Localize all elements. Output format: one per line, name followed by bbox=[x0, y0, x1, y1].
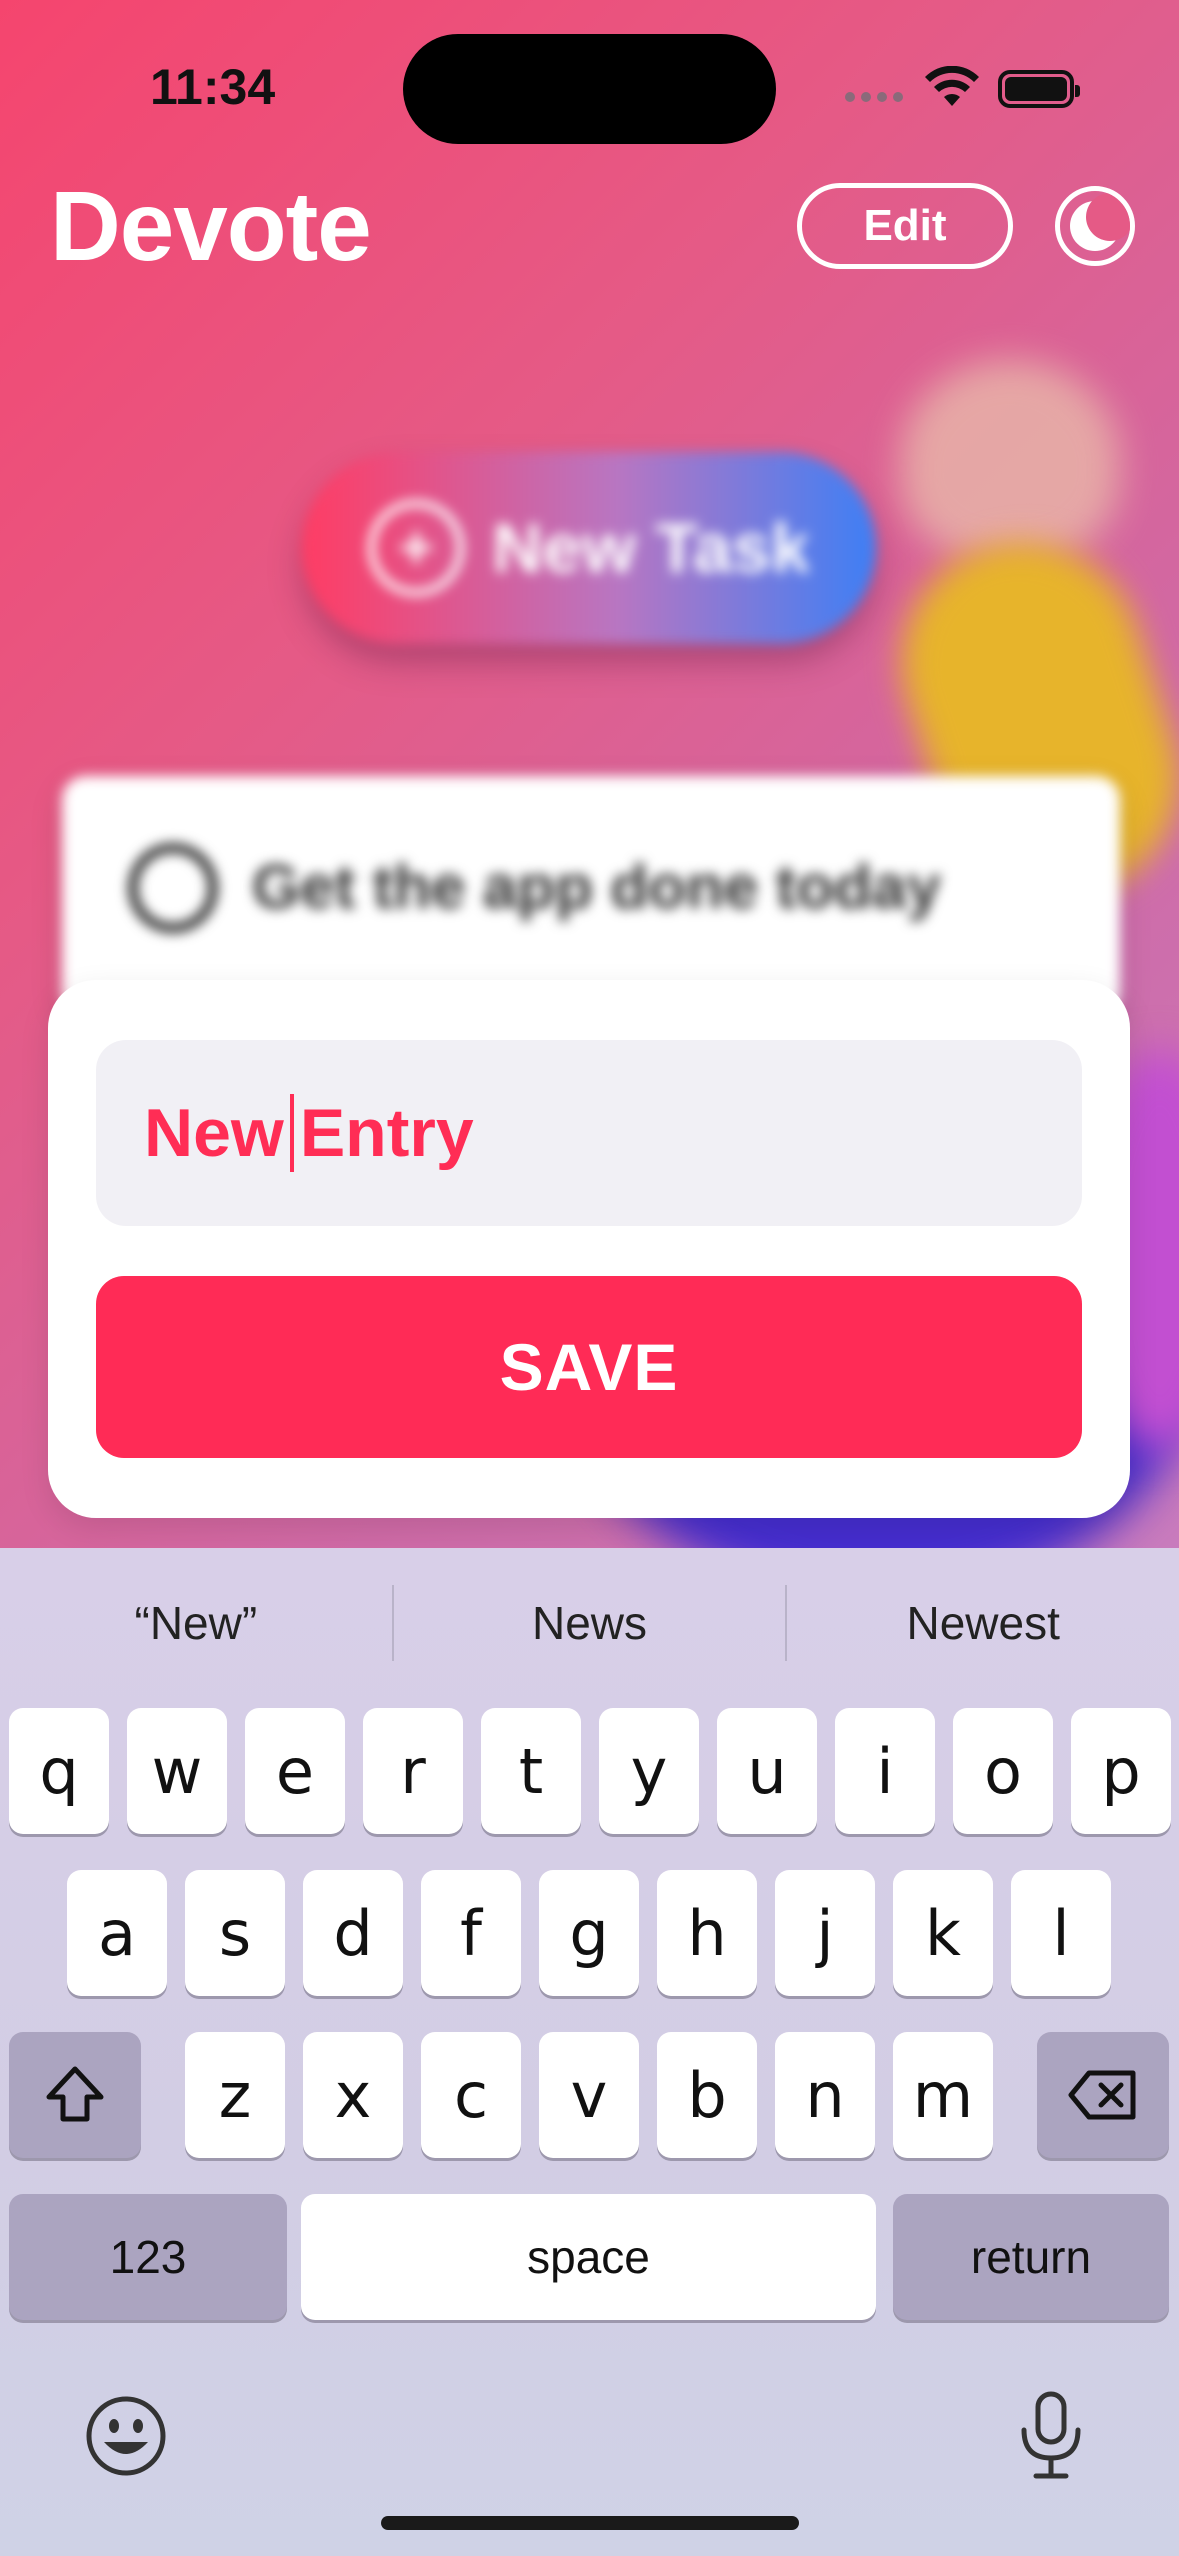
new-task-button[interactable]: + New Task bbox=[302, 452, 876, 644]
new-task-label: New Task bbox=[492, 509, 810, 587]
key-n[interactable]: n bbox=[775, 2032, 875, 2158]
delete-key[interactable] bbox=[1037, 2032, 1169, 2158]
shift-icon bbox=[46, 2066, 104, 2122]
key-k[interactable]: k bbox=[893, 1870, 993, 1996]
key-j[interactable]: j bbox=[775, 1870, 875, 1996]
key-x[interactable]: x bbox=[303, 2032, 403, 2158]
key-h[interactable]: h bbox=[657, 1870, 757, 1996]
key-d[interactable]: d bbox=[303, 1870, 403, 1996]
edit-button[interactable]: Edit bbox=[797, 183, 1013, 269]
key-a[interactable]: a bbox=[67, 1870, 167, 1996]
numbers-key[interactable]: 123 bbox=[9, 2194, 287, 2320]
decorative-hand-illustration bbox=[900, 360, 1120, 560]
key-l[interactable]: l bbox=[1011, 1870, 1111, 1996]
cellular-signal-icon bbox=[845, 92, 903, 102]
space-key[interactable]: space bbox=[301, 2194, 876, 2320]
home-indicator bbox=[381, 2516, 799, 2530]
key-y[interactable]: y bbox=[599, 1708, 699, 1834]
suggestion-item[interactable]: Newest bbox=[787, 1596, 1179, 1650]
key-v[interactable]: v bbox=[539, 2032, 639, 2158]
key-q[interactable]: q bbox=[9, 1708, 109, 1834]
battery-icon bbox=[998, 70, 1080, 108]
key-s[interactable]: s bbox=[185, 1870, 285, 1996]
delete-icon bbox=[1068, 2070, 1136, 2120]
status-time: 11:34 bbox=[150, 59, 276, 115]
shift-key[interactable] bbox=[9, 2032, 141, 2158]
emoji-icon[interactable] bbox=[84, 2394, 168, 2478]
key-b[interactable]: b bbox=[657, 2032, 757, 2158]
key-w[interactable]: w bbox=[127, 1708, 227, 1834]
key-i[interactable]: i bbox=[835, 1708, 935, 1834]
key-e[interactable]: e bbox=[245, 1708, 345, 1834]
key-r[interactable]: r bbox=[363, 1708, 463, 1834]
suggestion-item[interactable]: “New” bbox=[0, 1596, 392, 1650]
task-item-label: Get the app done today bbox=[252, 853, 941, 922]
key-m[interactable]: m bbox=[893, 2032, 993, 2158]
key-t[interactable]: t bbox=[481, 1708, 581, 1834]
key-o[interactable]: o bbox=[953, 1708, 1053, 1834]
new-entry-sheet: New Entry SAVE bbox=[48, 980, 1130, 1518]
text-cursor bbox=[289, 1094, 294, 1172]
return-key[interactable]: return bbox=[893, 2194, 1169, 2320]
checkbox-circle-icon[interactable] bbox=[128, 843, 218, 933]
new-entry-input[interactable]: New Entry bbox=[96, 1040, 1082, 1226]
suggestion-item[interactable]: News bbox=[394, 1596, 786, 1650]
key-f[interactable]: f bbox=[421, 1870, 521, 1996]
save-button[interactable]: SAVE bbox=[96, 1276, 1082, 1458]
key-p[interactable]: p bbox=[1071, 1708, 1171, 1834]
wifi-icon bbox=[925, 66, 979, 106]
entry-text-before-cursor: New bbox=[144, 1095, 284, 1171]
plus-circle-icon: + bbox=[368, 500, 465, 596]
app-title: Devote bbox=[50, 171, 372, 281]
dynamic-island bbox=[403, 34, 776, 144]
predictive-suggestions: “New” News Newest bbox=[0, 1548, 1179, 1698]
microphone-icon[interactable] bbox=[1016, 2390, 1086, 2482]
key-g[interactable]: g bbox=[539, 1870, 639, 1996]
key-c[interactable]: c bbox=[421, 2032, 521, 2158]
key-z[interactable]: z bbox=[185, 2032, 285, 2158]
entry-text-after-cursor: Entry bbox=[299, 1095, 474, 1171]
key-u[interactable]: u bbox=[717, 1708, 817, 1834]
moon-icon[interactable] bbox=[1055, 186, 1135, 266]
